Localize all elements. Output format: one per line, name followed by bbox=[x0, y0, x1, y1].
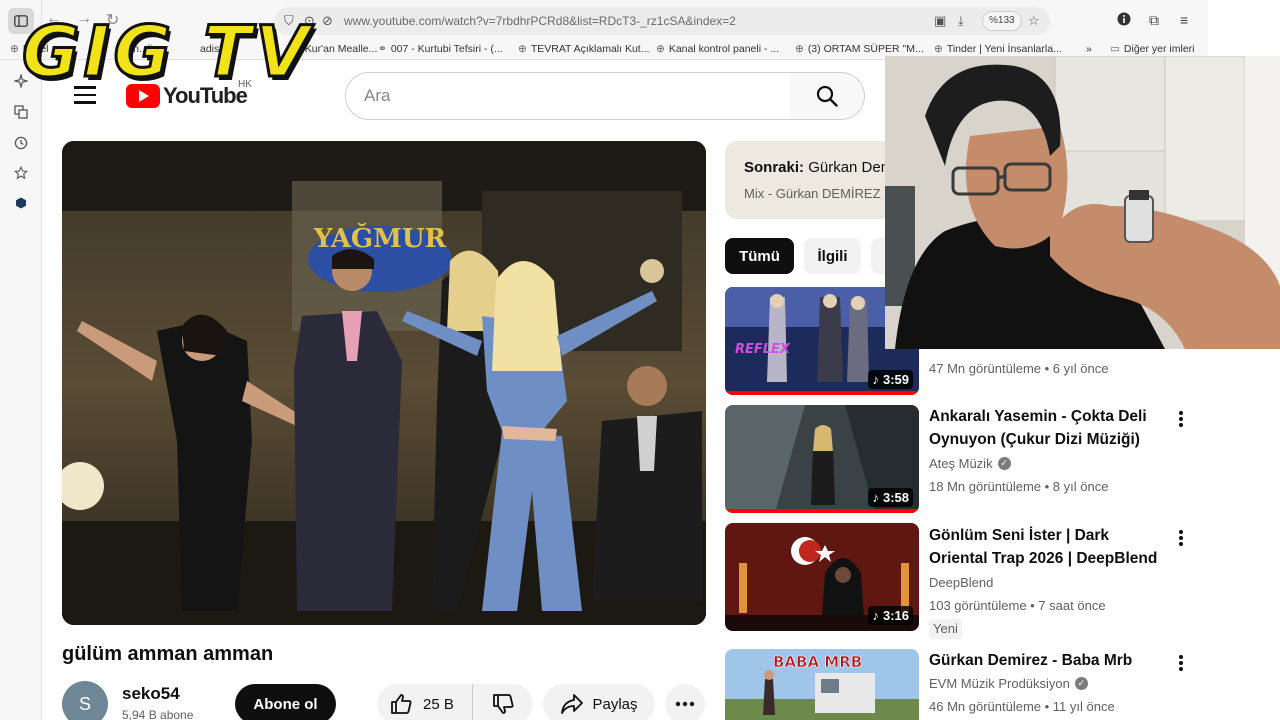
bookmark[interactable]: ⊕ Tinder | Yeni İnsanlarla... bbox=[934, 43, 1062, 55]
thumbnail-text: BABA MRB bbox=[773, 653, 862, 671]
like-count: 25 B bbox=[423, 695, 454, 713]
more-icon bbox=[675, 701, 695, 707]
bookmark[interactable]: ⊕ Kanal kontrol paneli - ... bbox=[656, 43, 779, 55]
video-title-link[interactable]: Gürkan Demirez - Baba Mrb bbox=[929, 649, 1165, 672]
bookmark-folder[interactable]: ▭ Diğer yer imleri bbox=[1110, 43, 1195, 55]
search-icon bbox=[816, 85, 838, 107]
folder-icon: ▭ bbox=[1110, 43, 1120, 55]
video-frame: YAĞMUR bbox=[62, 141, 706, 625]
like-icon bbox=[391, 694, 412, 714]
watched-progress bbox=[725, 509, 919, 513]
video-player[interactable]: YAĞMUR bbox=[62, 141, 706, 625]
like-dislike-group: 25 B bbox=[377, 684, 533, 720]
bookmark[interactable]: ⊕ (3) ORTAM SÜPER "M... bbox=[795, 43, 924, 55]
address-bar[interactable]: ⛉ ⊙ ⊘ www.youtube.com/watch?v=7rbdhrPCRd… bbox=[274, 7, 1050, 35]
subscribe-button[interactable]: Abone ol bbox=[235, 684, 336, 720]
video-meta: 103 görüntüleme • 7 saat önce bbox=[929, 598, 1106, 613]
dislike-icon bbox=[493, 694, 514, 714]
video-title-link[interactable]: Gönlüm Seni İster | Dark Oriental Trap 2… bbox=[929, 524, 1165, 570]
kebab-icon[interactable] bbox=[1174, 527, 1188, 549]
music-note-icon: ♪ bbox=[872, 608, 879, 623]
verified-icon: ✓ bbox=[1074, 677, 1088, 690]
hexagon-icon[interactable] bbox=[8, 190, 34, 216]
zoom-indicator[interactable]: %133 bbox=[982, 11, 1022, 31]
globe-icon: ⊕ bbox=[518, 43, 527, 55]
collections-icon[interactable] bbox=[8, 99, 34, 125]
verified-icon: ✓ bbox=[997, 457, 1011, 470]
channel-name[interactable]: seko54 bbox=[122, 684, 180, 704]
screen: ← → ↻ ⛉ ⊙ ⊘ www.youtube.com/watch?v=7rbd… bbox=[0, 0, 1280, 720]
like-button[interactable]: 25 B bbox=[377, 684, 473, 720]
search-input[interactable] bbox=[364, 86, 764, 106]
url-text[interactable]: www.youtube.com/watch?v=7rbdhrPCRd8&list… bbox=[344, 14, 736, 28]
kebab-icon[interactable] bbox=[1174, 652, 1188, 674]
thumbnail-text: REFLEX bbox=[735, 342, 791, 357]
tracking-icon[interactable]: ⊘ bbox=[322, 13, 333, 29]
video-channel[interactable]: DeepBlend bbox=[929, 575, 993, 590]
globe-icon: ⊕ bbox=[934, 43, 943, 55]
music-note-icon: ♪ bbox=[872, 372, 879, 387]
extensions-icon[interactable]: ⧉ bbox=[1149, 12, 1159, 29]
favorites-icon[interactable] bbox=[8, 160, 34, 186]
watched-progress bbox=[725, 391, 919, 395]
webcam-image bbox=[885, 56, 1280, 349]
channel-avatar[interactable]: S bbox=[62, 681, 108, 720]
bookmark[interactable]: ⊕ TEVRAT Açıklamalı Kut... bbox=[518, 43, 649, 55]
up-next-title: Sonraki: Gürkan Demirez bbox=[744, 159, 895, 176]
video-meta: 47 Mn görüntüleme • 6 yıl önce bbox=[929, 361, 1109, 376]
search-box[interactable] bbox=[345, 72, 791, 120]
duration-badge: ♪ 3:16 bbox=[868, 606, 913, 625]
video-channel[interactable]: Ateş Müzik ✓ bbox=[929, 456, 1011, 471]
video-channel[interactable]: EVM Müzik Prodüksiyon ✓ bbox=[929, 676, 1088, 691]
history-icon[interactable] bbox=[8, 130, 34, 156]
globe-icon: ⊕ bbox=[10, 43, 19, 55]
video-thumbnail[interactable]: ♪ 3:58 bbox=[725, 405, 919, 513]
more-actions-button[interactable] bbox=[665, 684, 705, 720]
duration-badge: ♪ 3:59 bbox=[868, 370, 913, 389]
dislike-button[interactable] bbox=[473, 684, 533, 720]
download-icon[interactable]: ⤓ bbox=[958, 13, 964, 29]
globe-icon: ⊕ bbox=[656, 43, 665, 55]
share-button[interactable]: Paylaş bbox=[543, 684, 655, 720]
watermark-text: GIG TV bbox=[20, 11, 314, 93]
globe-icon: ⊕ bbox=[795, 43, 804, 55]
browser-menu-icon[interactable]: ≡ bbox=[1180, 12, 1188, 28]
duration-badge: ♪ 3:58 bbox=[868, 488, 913, 507]
share-icon bbox=[561, 694, 584, 714]
up-next-subtitle: Mix - Gürkan DEMİREZ bbox=[744, 186, 881, 201]
share-label: Paylaş bbox=[592, 695, 638, 713]
video-meta: 46 Mn görüntüleme • 11 yıl önce bbox=[929, 699, 1115, 714]
bookmarks-overflow-icon[interactable]: » bbox=[1086, 43, 1092, 55]
search-button[interactable] bbox=[790, 72, 865, 120]
video-thumbnail[interactable]: ♪ 3:16 bbox=[725, 523, 919, 631]
chip-next[interactable] bbox=[871, 238, 885, 274]
info-icon[interactable] bbox=[1117, 12, 1131, 29]
kebab-icon[interactable] bbox=[1174, 408, 1188, 430]
video-title-link[interactable]: Ankaralı Yasemin - Çokta Deli Oynuyon (Ç… bbox=[929, 405, 1165, 451]
bookmark-favicon: ⚭ bbox=[378, 43, 387, 55]
up-next-card[interactable]: Sonraki: Gürkan Demirez Mix - Gürkan DEM… bbox=[725, 141, 895, 219]
browser-sidebar bbox=[0, 0, 42, 720]
chip-related[interactable]: İlgili bbox=[804, 238, 861, 274]
webcam-overlay bbox=[885, 56, 1280, 349]
new-badge: Yeni bbox=[929, 619, 962, 639]
video-thumbnail[interactable]: BABA MRB bbox=[725, 649, 919, 720]
chip-all[interactable]: Tümü bbox=[725, 238, 794, 274]
music-note-icon: ♪ bbox=[872, 490, 879, 505]
video-meta: 18 Mn görüntüleme • 8 yıl önce bbox=[929, 479, 1109, 494]
thumbnail-image: BABA MRB bbox=[725, 649, 919, 720]
video-title: gülüm amman amman bbox=[62, 643, 274, 665]
subscriber-count: 5,94 B abone bbox=[122, 708, 194, 720]
picture-in-picture-icon[interactable]: ▣ bbox=[934, 13, 946, 29]
channel-watermark-logo: GIG TV bbox=[20, 13, 310, 92]
favorite-star-icon[interactable]: ☆ bbox=[1028, 13, 1040, 29]
bookmark[interactable]: ⚭ 007 - Kurtubi Tefsiri - (... bbox=[378, 43, 503, 55]
sign-text: YAĞMUR bbox=[313, 222, 447, 254]
